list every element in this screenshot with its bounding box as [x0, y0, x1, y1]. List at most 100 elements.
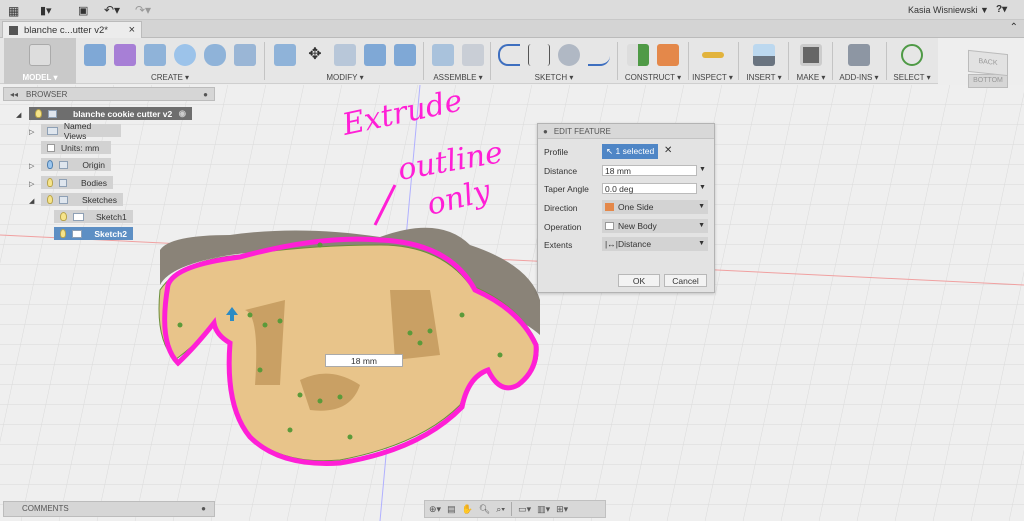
- zoom-window-icon[interactable]: ⌕▾: [496, 504, 505, 515]
- document-tab-bar: blanche c...utter v2* × ⌃: [0, 20, 1024, 38]
- component-icon: [48, 109, 57, 118]
- save-icon[interactable]: ▣: [78, 4, 88, 17]
- scripts-icon: [848, 44, 870, 66]
- collapse-browser-icon[interactable]: ◂◂: [10, 90, 18, 99]
- comments-title: COMMENTS: [22, 504, 69, 513]
- extents-label: Extents: [544, 240, 573, 250]
- browser-root[interactable]: blanche cookie cutter v2 ◉: [29, 107, 192, 120]
- form-icon: [114, 44, 136, 66]
- orbit-icon[interactable]: ⊕▾: [429, 504, 441, 515]
- pan-icon[interactable]: ✋: [462, 504, 473, 515]
- assemble-label: ASSEMBLE ▾: [433, 73, 483, 82]
- cancel-button[interactable]: Cancel: [664, 274, 707, 287]
- clear-selection-icon[interactable]: ✕: [664, 145, 672, 156]
- viewcube-bottom-face[interactable]: BOTTOM: [968, 74, 1008, 88]
- operation-select[interactable]: New Body ▼: [602, 219, 708, 233]
- hole-icon: [234, 44, 256, 66]
- undo-icon[interactable]: ↶▾: [104, 3, 120, 17]
- distance-extent-icon: |↔|: [605, 239, 618, 249]
- create-group[interactable]: CREATE ▾: [80, 38, 260, 84]
- grid-icon[interactable]: ▦: [8, 4, 19, 18]
- browser-item-named-views[interactable]: Named Views: [41, 121, 121, 141]
- tab-title: blanche c...utter v2*: [24, 24, 108, 36]
- root-label: blanche cookie cutter v2: [73, 108, 173, 119]
- measure-icon: [701, 52, 724, 58]
- distance-value: 18 mm: [351, 356, 377, 366]
- browser-pin-icon[interactable]: ●: [203, 90, 208, 99]
- file-icon[interactable]: ▮▾: [40, 4, 52, 17]
- browser-title: BROWSER: [26, 89, 68, 99]
- insert-label: INSERT ▾: [746, 73, 782, 82]
- browser-item-units[interactable]: Units: mm: [41, 141, 111, 154]
- browser-panel-header[interactable]: ◂◂ BROWSER ●: [3, 87, 215, 101]
- view-cube[interactable]: BACK BOTTOM: [968, 49, 1016, 94]
- new-component-icon: [432, 44, 454, 66]
- select-group[interactable]: SELECT ▾: [890, 38, 934, 84]
- 3d-print-icon: [800, 44, 822, 66]
- add-ins-group[interactable]: ADD-INS ▾: [834, 38, 884, 84]
- dimension-icon: [528, 44, 550, 66]
- display-settings-icon[interactable]: ▭▾: [518, 504, 531, 515]
- distance-dropdown-icon[interactable]: ▼: [699, 166, 706, 173]
- dialog-pin-icon: ●: [543, 126, 548, 136]
- operation-label: Operation: [544, 222, 582, 232]
- line-icon: [498, 44, 520, 66]
- viewcube-back-face[interactable]: BACK: [968, 49, 1008, 77]
- distance-label: Distance: [544, 166, 578, 176]
- viewports-icon[interactable]: ⊞▾: [556, 504, 568, 515]
- model-workspace-button[interactable]: MODEL ▾: [4, 38, 76, 84]
- dialog-header[interactable]: ● EDIT FEATURE: [538, 124, 714, 139]
- browser-item-origin[interactable]: Origin: [41, 158, 111, 171]
- distance-field[interactable]: 18 mm: [602, 165, 697, 176]
- box-icon: [84, 44, 106, 66]
- assemble-group[interactable]: ASSEMBLE ▾: [426, 38, 490, 84]
- fillet-icon: [334, 44, 356, 66]
- activate-radio-icon[interactable]: ◉: [179, 108, 186, 119]
- document-tab[interactable]: blanche c...utter v2* ×: [2, 21, 142, 38]
- ribbon-toolbar: MODEL ▾ CREATE ▾ ✥ MODIFY ▾ ASSEMBLE ▾ SK…: [0, 38, 938, 84]
- make-group[interactable]: MAKE ▾: [792, 38, 830, 84]
- expand-named-views-icon[interactable]: ▷: [29, 128, 34, 136]
- modify-label: MODIFY ▾: [326, 73, 364, 82]
- browser-item-sketch1[interactable]: Sketch1: [54, 210, 133, 223]
- distance-manipulator-input[interactable]: 18 mm: [325, 354, 403, 367]
- spline-icon: [588, 44, 610, 66]
- profile-selection-button[interactable]: ↖ 1 selected: [602, 144, 658, 159]
- grid-settings-icon[interactable]: ▥▾: [537, 504, 550, 515]
- extrude-icon: [144, 44, 166, 66]
- pipe-icon: [204, 44, 226, 66]
- taper-dropdown-icon[interactable]: ▼: [699, 184, 706, 191]
- sketch-group[interactable]: SKETCH ▾: [494, 38, 614, 84]
- help-icon[interactable]: ?▾: [996, 4, 1007, 15]
- comments-pin-icon: ●: [201, 504, 206, 513]
- select-lasso-icon: [901, 44, 923, 66]
- ok-button[interactable]: OK: [618, 274, 660, 287]
- sketch-label: SKETCH ▾: [534, 73, 574, 82]
- expand-origin-icon[interactable]: ▷: [29, 162, 34, 170]
- expand-bodies-icon[interactable]: ▷: [29, 180, 34, 188]
- canvas-graphics: Extrude outline only: [0, 85, 1024, 521]
- direction-select[interactable]: One Side ▼: [602, 200, 708, 214]
- modify-group[interactable]: ✥ MODIFY ▾: [270, 38, 420, 84]
- browser-item-bodies[interactable]: Bodies: [41, 176, 113, 189]
- 3d-viewport[interactable]: Extrude outline only: [0, 85, 1024, 521]
- browser-item-sketch2[interactable]: Sketch2: [54, 227, 133, 240]
- collapse-toolbar-icon[interactable]: ⌃: [1010, 22, 1018, 33]
- comments-panel[interactable]: COMMENTS ●: [3, 501, 215, 517]
- inspect-group[interactable]: INSPECT ▾: [690, 38, 735, 84]
- redo-icon[interactable]: ↷▾: [135, 3, 151, 17]
- inspect-label: INSPECT ▾: [692, 73, 733, 82]
- taper-angle-field[interactable]: 0.0 deg: [602, 183, 697, 194]
- look-at-icon[interactable]: ▤: [447, 504, 456, 515]
- extents-select[interactable]: |↔| Distance ▼: [602, 237, 708, 251]
- close-tab-icon[interactable]: ×: [129, 24, 135, 36]
- browser-item-sketches[interactable]: Sketches: [41, 193, 123, 206]
- construct-group[interactable]: CONSTRUCT ▾: [620, 38, 686, 84]
- zoom-icon[interactable]: 🔍︎: [479, 504, 490, 515]
- insert-group[interactable]: INSERT ▾: [742, 38, 786, 84]
- expand-sketches-icon[interactable]: ◢: [29, 197, 34, 205]
- edit-feature-dialog: ● EDIT FEATURE Profile ↖ 1 selected ✕ Dis…: [537, 123, 715, 293]
- user-menu[interactable]: Kasia Wisniewski ▼: [908, 5, 989, 15]
- model-cube-icon: [29, 44, 51, 66]
- expand-root-icon[interactable]: ◢: [16, 111, 21, 119]
